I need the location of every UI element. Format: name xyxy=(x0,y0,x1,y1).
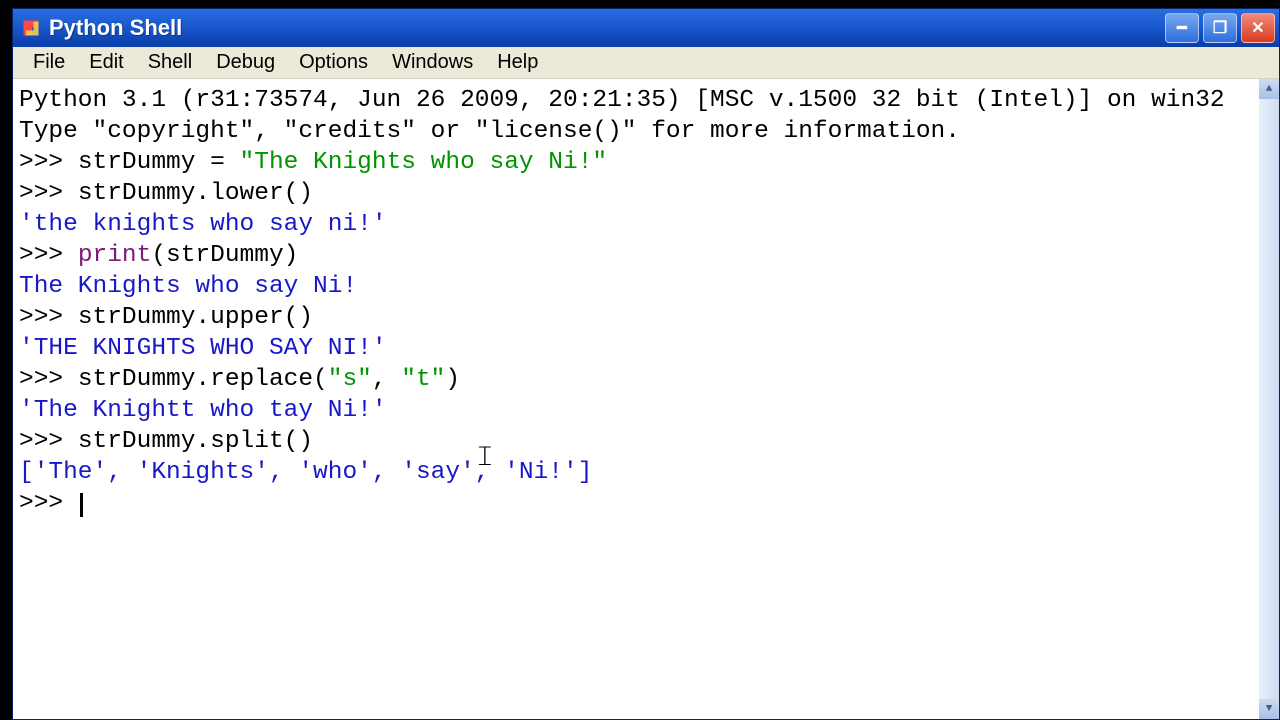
close-icon: ✕ xyxy=(1251,18,1264,38)
menu-shell[interactable]: Shell xyxy=(136,48,204,77)
minimize-button[interactable]: ━ xyxy=(1165,13,1199,43)
content-area: Python 3.1 (r31:73574, Jun 26 2009, 20:2… xyxy=(13,79,1279,719)
window-title: Python Shell xyxy=(49,15,1165,41)
vertical-scrollbar[interactable]: ▲ ▼ xyxy=(1259,79,1279,719)
python-icon xyxy=(21,18,41,38)
scroll-track[interactable] xyxy=(1259,99,1279,699)
scroll-up-button[interactable]: ▲ xyxy=(1259,79,1279,99)
titlebar[interactable]: Python Shell ━ ❐ ✕ xyxy=(13,9,1279,47)
chevron-up-icon: ▲ xyxy=(1266,83,1273,95)
menu-windows[interactable]: Windows xyxy=(380,48,485,77)
menubar: File Edit Shell Debug Options Windows He… xyxy=(13,47,1279,79)
menu-help[interactable]: Help xyxy=(485,48,550,77)
chevron-down-icon: ▼ xyxy=(1266,703,1273,715)
window-buttons: ━ ❐ ✕ xyxy=(1165,13,1275,43)
maximize-button[interactable]: ❐ xyxy=(1203,13,1237,43)
idle-window: Python Shell ━ ❐ ✕ File Edit Shell Debug… xyxy=(12,8,1280,720)
menu-edit[interactable]: Edit xyxy=(77,48,135,77)
menu-file[interactable]: File xyxy=(21,48,77,77)
close-button[interactable]: ✕ xyxy=(1241,13,1275,43)
maximize-icon: ❐ xyxy=(1213,18,1227,38)
input-cursor xyxy=(80,493,83,517)
menu-debug[interactable]: Debug xyxy=(204,48,287,77)
minimize-icon: ━ xyxy=(1177,18,1187,38)
shell-text[interactable]: Python 3.1 (r31:73574, Jun 26 2009, 20:2… xyxy=(13,79,1259,719)
menu-options[interactable]: Options xyxy=(287,48,380,77)
scroll-down-button[interactable]: ▼ xyxy=(1259,699,1279,719)
